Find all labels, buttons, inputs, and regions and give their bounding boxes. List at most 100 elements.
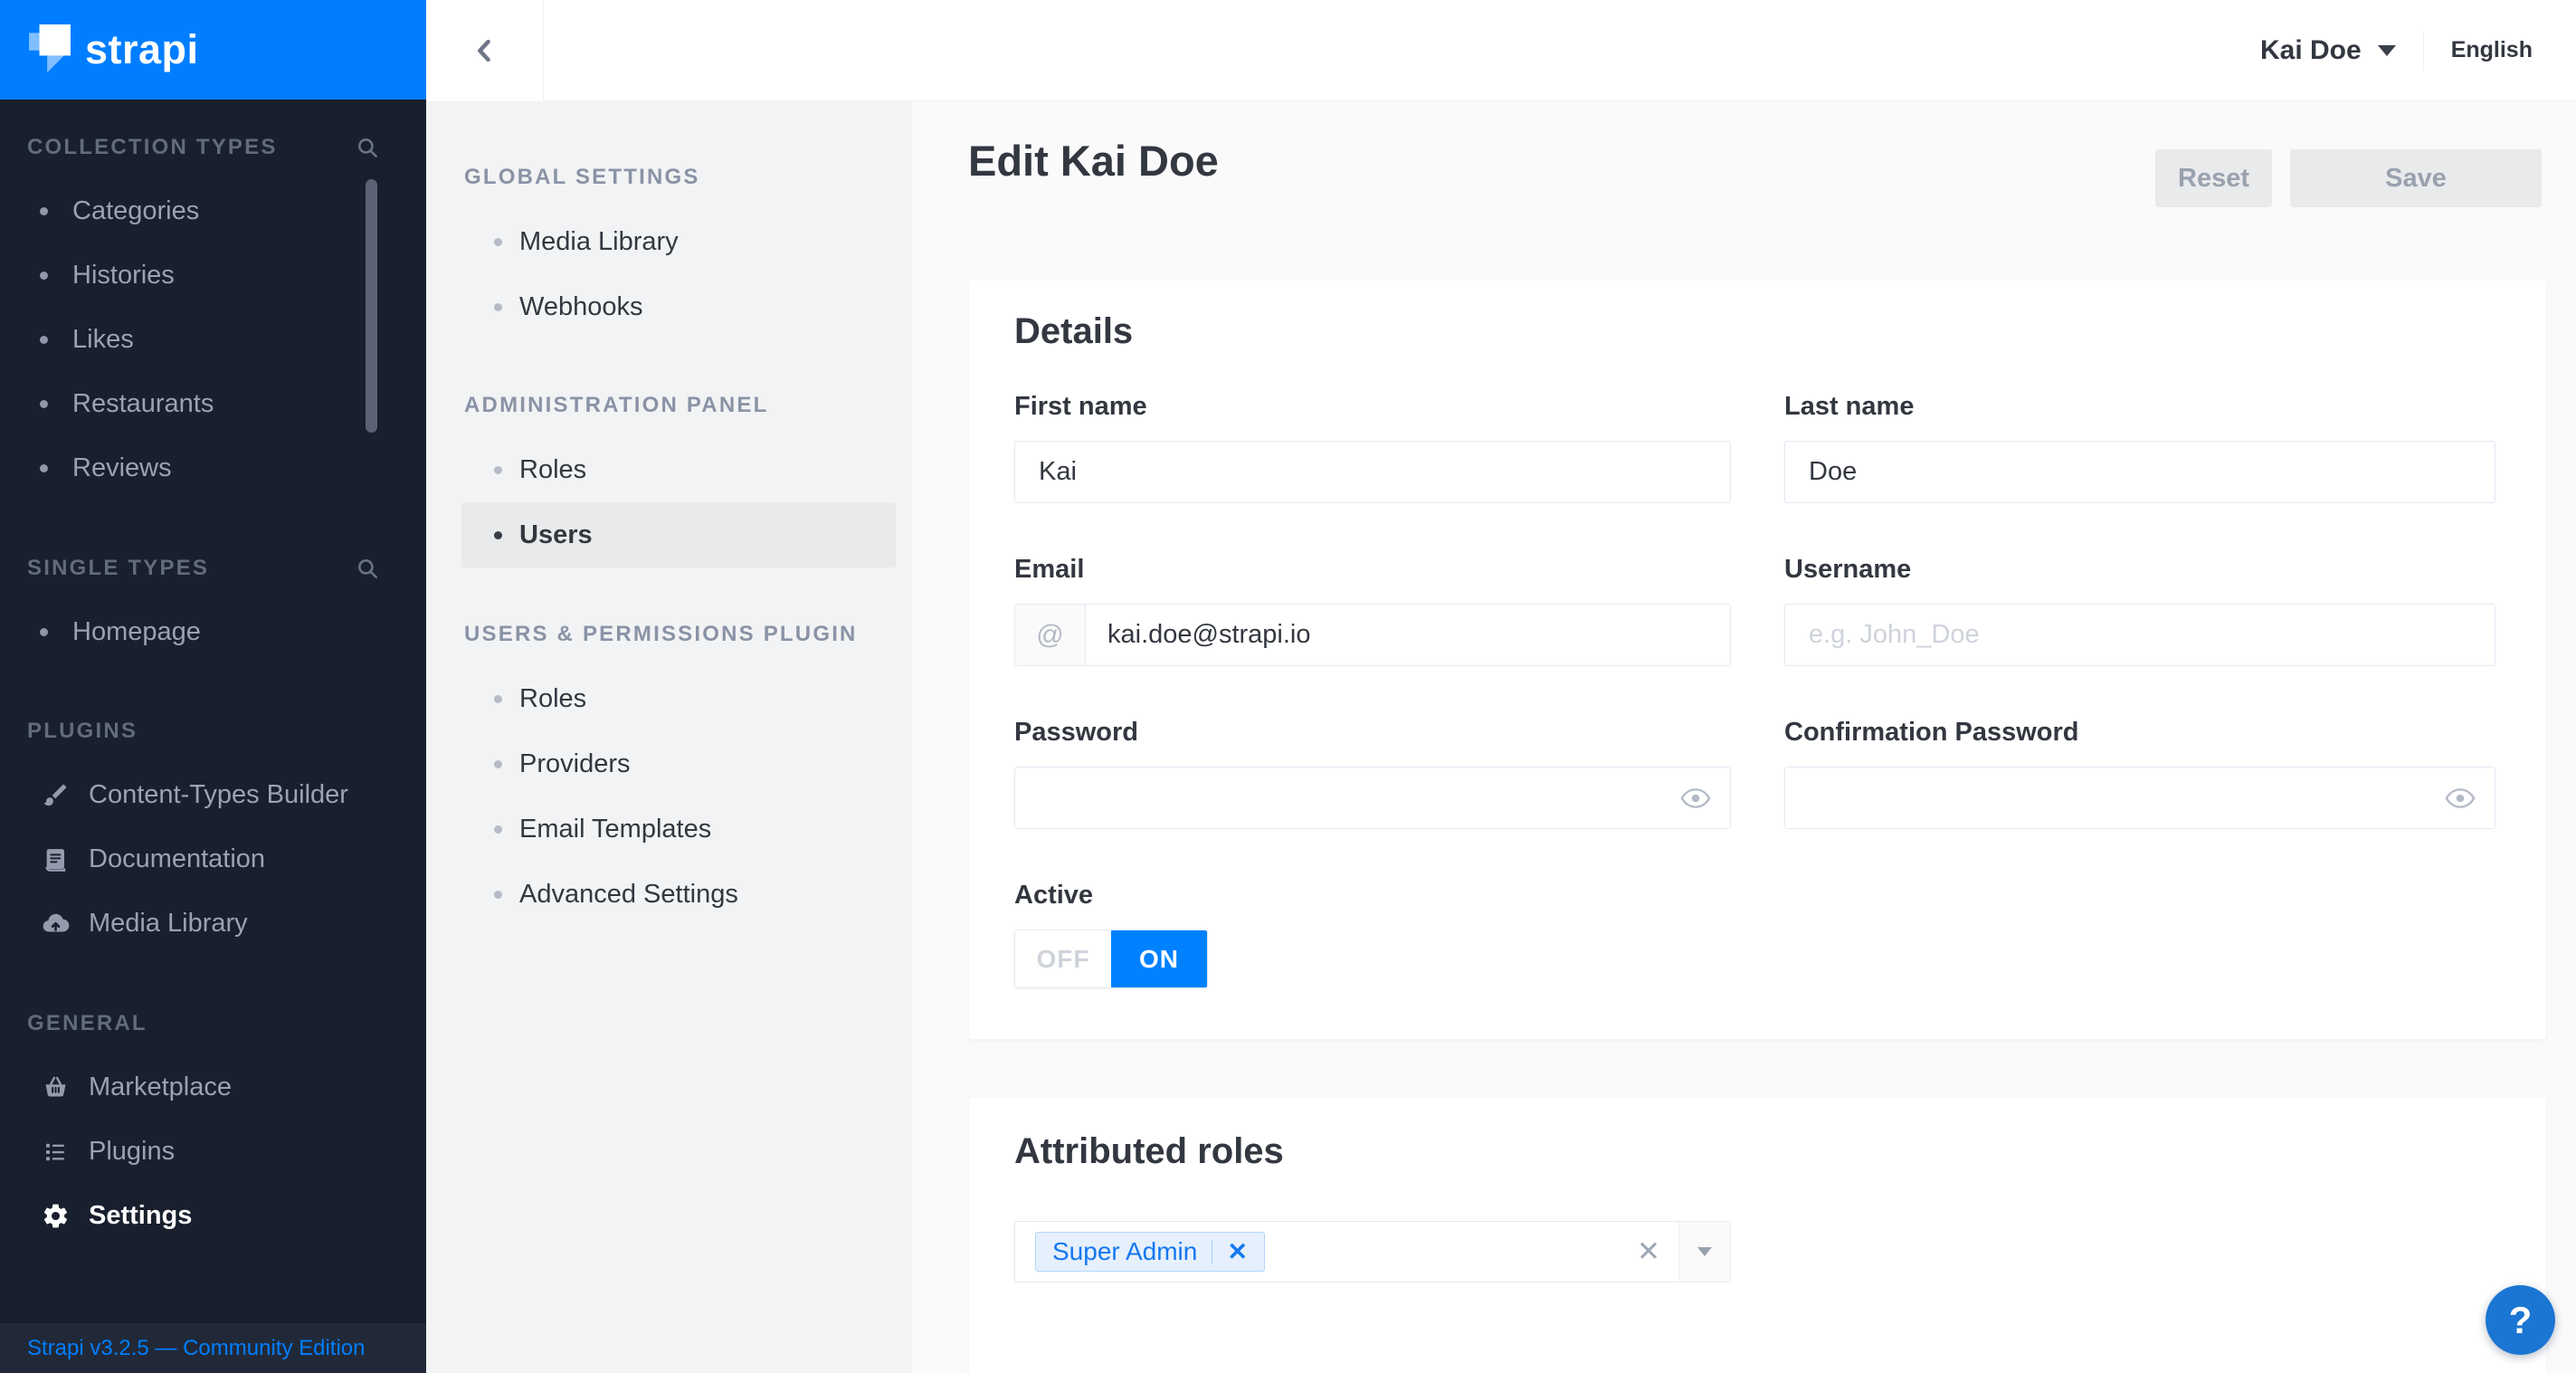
user-name: Kai Doe <box>2260 35 2362 66</box>
dropdown-caret-button[interactable] <box>1678 1222 1730 1282</box>
settings-item-users[interactable]: Users <box>461 502 896 567</box>
password-field-group: Password <box>1014 715 1731 829</box>
sidebar-item-categories[interactable]: Categories <box>0 179 426 243</box>
settings-item-roles-admin[interactable]: Roles <box>426 437 912 502</box>
sidebar-footer: Strapi v3.2.5 — Community Edition <box>0 1323 426 1373</box>
sidebar-item-likes[interactable]: Likes <box>0 308 426 372</box>
section-title-general: GENERAL <box>27 1011 147 1036</box>
first-name-input[interactable] <box>1014 441 1731 503</box>
attributed-roles-heading: Attributed roles <box>1014 1131 1284 1172</box>
bullet-icon <box>40 207 48 215</box>
sidebar-item-content-types-builder[interactable]: Content-Types Builder <box>0 763 426 827</box>
settings-section-title: ADMINISTRATION PANEL <box>426 385 912 426</box>
bullet-icon <box>40 464 48 472</box>
strapi-logo[interactable]: strapi <box>0 0 426 100</box>
list-icon <box>40 1137 71 1168</box>
top-bar: Kai Doe English <box>544 0 2576 101</box>
username-input[interactable] <box>1784 604 2495 666</box>
help-button[interactable]: ? <box>2486 1285 2555 1355</box>
chevron-left-icon <box>470 35 500 66</box>
sidebar-item-label: Media Library <box>89 909 248 939</box>
confirm-password-input[interactable] <box>1784 767 2495 829</box>
settings-item-label: Email Templates <box>519 815 711 844</box>
email-label: Email <box>1014 552 1731 586</box>
at-sign-icon: @ <box>1015 605 1086 665</box>
clear-all-icon[interactable]: ✕ <box>1637 1235 1660 1268</box>
sidebar-item-label: Restaurants <box>72 389 214 419</box>
strapi-logo-icon <box>29 24 71 75</box>
sidebar-item-label: Histories <box>72 261 175 291</box>
bullet-icon <box>494 238 502 246</box>
role-tag-label: Super Admin <box>1052 1237 1197 1266</box>
bullet-icon <box>494 891 502 899</box>
search-icon[interactable] <box>356 136 379 159</box>
sidebar-item-documentation[interactable]: Documentation <box>0 827 426 891</box>
settings-item-label: Webhooks <box>519 292 643 322</box>
user-menu[interactable]: Kai Doe <box>2260 35 2396 66</box>
bullet-icon <box>494 466 502 474</box>
active-toggle: OFF ON <box>1014 930 1208 988</box>
settings-item-email-templates[interactable]: Email Templates <box>426 796 912 862</box>
paintbrush-icon <box>40 780 71 811</box>
back-button[interactable] <box>426 0 544 101</box>
sidebar-item-plugins[interactable]: Plugins <box>0 1120 426 1184</box>
chevron-down-icon <box>1697 1247 1712 1256</box>
gear-icon <box>40 1201 71 1232</box>
username-label: Username <box>1784 552 2495 586</box>
confirm-password-field-group: Confirmation Password <box>1784 715 2495 829</box>
active-label: Active <box>1014 878 1731 912</box>
search-icon[interactable] <box>356 557 379 580</box>
sidebar-scrollbar-thumb[interactable] <box>366 179 377 433</box>
settings-item-label: Providers <box>519 749 631 779</box>
save-button[interactable]: Save <box>2290 149 2542 207</box>
settings-item-label: Roles <box>519 684 586 714</box>
settings-menu: GLOBAL SETTINGS Media Library Webhooks A… <box>426 101 912 1373</box>
remove-role-icon[interactable]: ✕ <box>1227 1238 1248 1266</box>
locale-switcher[interactable]: English <box>2451 37 2533 63</box>
last-name-field-group: Last name <box>1784 389 2495 503</box>
first-name-field-group: First name <box>1014 389 1731 503</box>
sidebar-item-label: Categories <box>72 196 199 226</box>
settings-item-roles-up[interactable]: Roles <box>426 666 912 731</box>
settings-section-title: GLOBAL SETTINGS <box>426 157 912 198</box>
sidebar-item-histories[interactable]: Histories <box>0 243 426 308</box>
eye-icon[interactable] <box>1680 788 1711 808</box>
bullet-icon <box>494 531 502 539</box>
settings-item-providers[interactable]: Providers <box>426 731 912 796</box>
cloud-upload-icon <box>40 909 71 939</box>
email-input[interactable] <box>1086 605 1730 665</box>
bullet-icon <box>494 695 502 703</box>
password-input[interactable] <box>1014 767 1731 829</box>
sidebar-item-label: Homepage <box>72 617 201 647</box>
roles-multiselect[interactable]: Super Admin ✕ ✕ <box>1014 1221 1731 1282</box>
bullet-icon <box>40 400 48 408</box>
settings-item-webhooks[interactable]: Webhooks <box>426 274 912 339</box>
sidebar-item-marketplace[interactable]: Marketplace <box>0 1055 426 1120</box>
sidebar-item-settings[interactable]: Settings <box>0 1184 426 1248</box>
sidebar-item-homepage[interactable]: Homepage <box>0 600 426 664</box>
settings-item-advanced-settings[interactable]: Advanced Settings <box>426 862 912 927</box>
sidebar-item-reviews[interactable]: Reviews <box>0 436 426 501</box>
page-title: Edit Kai Doe <box>968 136 1219 186</box>
settings-section-global: GLOBAL SETTINGS Media Library Webhooks <box>426 157 912 339</box>
book-icon <box>40 844 71 875</box>
sidebar-item-restaurants[interactable]: Restaurants <box>0 372 426 436</box>
settings-item-media-library[interactable]: Media Library <box>426 209 912 274</box>
sidebar-item-media-library[interactable]: Media Library <box>0 891 426 956</box>
attributed-roles-card: Attributed roles Super Admin ✕ ✕ <box>969 1098 2546 1373</box>
settings-item-label: Media Library <box>519 227 679 257</box>
toggle-on-option[interactable]: ON <box>1111 930 1207 987</box>
sidebar-section-general: GENERAL Marketplace Plugins <box>0 1003 426 1248</box>
settings-item-label: Roles <box>519 455 586 485</box>
toggle-off-option[interactable]: OFF <box>1015 930 1111 987</box>
main-sidebar: strapi COLLECTION TYPES Categories Histo… <box>0 0 426 1373</box>
details-heading: Details <box>1014 311 1133 352</box>
last-name-input[interactable] <box>1784 441 2495 503</box>
brand-name: strapi <box>85 26 199 73</box>
settings-section-administration-panel: ADMINISTRATION PANEL Roles Users <box>426 385 912 567</box>
eye-icon[interactable] <box>2445 788 2476 808</box>
username-field-group: Username <box>1784 552 2495 666</box>
reset-button[interactable]: Reset <box>2155 149 2272 207</box>
strapi-version-link[interactable]: Strapi v3.2.5 — Community Edition <box>27 1336 366 1361</box>
sidebar-item-label: Documentation <box>89 844 265 874</box>
